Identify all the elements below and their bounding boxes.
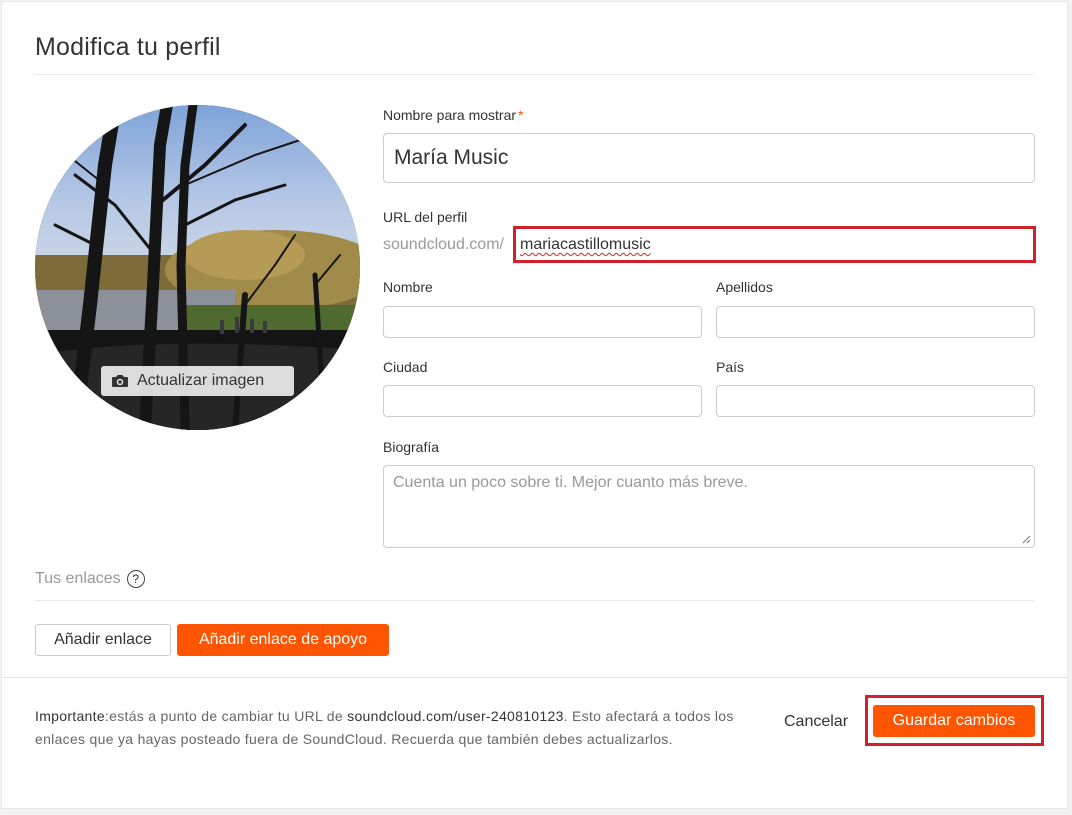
camera-icon [111, 373, 129, 389]
first-name-input[interactable] [383, 306, 702, 338]
country-input[interactable] [716, 385, 1035, 417]
links-section-label: Tus enlaces ? [35, 570, 145, 588]
footer-divider [2, 677, 1067, 678]
profile-url-input[interactable]: mariacastillomusic [520, 236, 651, 254]
required-mark: * [518, 107, 524, 123]
url-change-warning: Importante:estás a punto de cambiar tu U… [35, 705, 765, 751]
bio-label: Biografía [383, 439, 440, 455]
links-divider [35, 600, 1034, 601]
important-label: Importante [35, 708, 105, 724]
bio-textarea[interactable] [383, 465, 1035, 548]
warning-text-1: :estás a punto de cambiar tu URL de [104, 708, 348, 724]
links-label-text: Tus enlaces [35, 570, 121, 587]
save-changes-button[interactable]: Guardar cambios [873, 705, 1035, 737]
help-icon[interactable]: ? [126, 570, 145, 588]
first-name-label: Nombre [383, 279, 433, 295]
display-name-label: Nombre para mostrar * [383, 107, 524, 123]
display-name-input[interactable] [383, 133, 1035, 183]
profile-url-prefix: soundcloud.com/ [383, 236, 504, 253]
add-link-button[interactable]: Añadir enlace [35, 624, 171, 656]
cancel-button[interactable]: Cancelar [776, 708, 856, 736]
page-title: Modifica tu perfil [35, 33, 221, 61]
add-support-link-button[interactable]: Añadir enlace de apoyo [177, 624, 389, 656]
title-divider [35, 74, 1034, 75]
last-name-input[interactable] [716, 306, 1035, 338]
city-input[interactable] [383, 385, 702, 417]
resize-grip-icon[interactable] [1021, 534, 1031, 544]
profile-url-label: URL del perfil [383, 209, 468, 225]
warning-old-url: soundcloud.com/user-240810123 [347, 708, 564, 724]
display-name-label-text: Nombre para mostrar [383, 107, 517, 123]
last-name-label: Apellidos [716, 279, 773, 295]
city-label: Ciudad [383, 359, 428, 375]
update-image-button[interactable]: Actualizar imagen [101, 366, 294, 396]
update-image-label: Actualizar imagen [137, 372, 265, 389]
country-label: País [716, 359, 745, 375]
